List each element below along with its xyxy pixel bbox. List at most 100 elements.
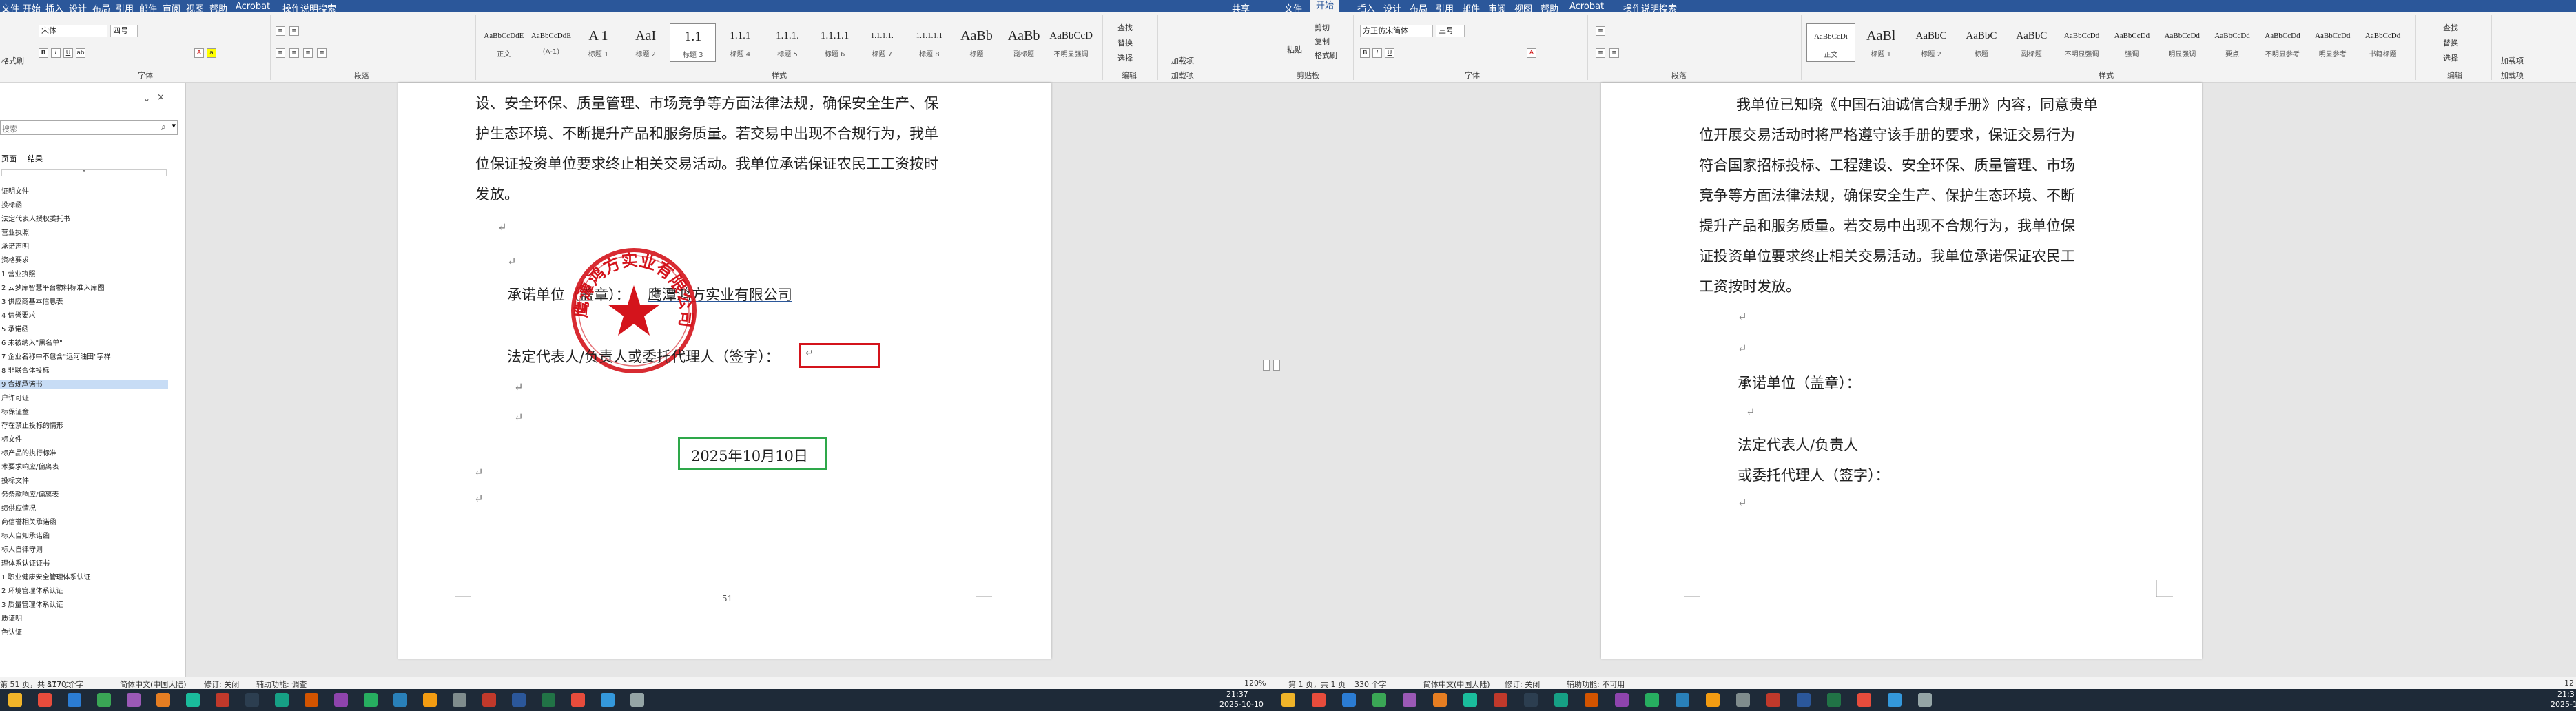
nav-heading-item[interactable]: 投标函 [0,201,168,210]
align-left-icon[interactable]: ≡ [1596,48,1605,58]
nav-heading-item[interactable]: 2 环境管理体系认证 [0,587,168,596]
style-gallery-item[interactable]: AaBbCcDd 要点 [2208,23,2257,62]
style-gallery-item[interactable]: A 1 标题 1 [575,23,621,62]
app-icon[interactable] [1706,693,1720,707]
nav-heading-item[interactable]: 9 合规承诺书 [0,380,168,389]
app-icon[interactable] [364,693,378,707]
style-gallery-item[interactable]: AaBl 标题 1 [1857,23,1906,62]
style-gallery-item[interactable]: AaBb 标题 [954,23,1000,62]
status-track-changes[interactable]: 修订: 关闭 [204,679,239,690]
italic-icon[interactable]: I [1372,48,1382,58]
tab-home[interactable]: 开始 [1310,0,1340,12]
style-gallery-item[interactable]: AaI 标题 2 [623,23,669,62]
nav-heading-item[interactable]: 投标文件 [0,477,168,486]
replace-button[interactable]: 替换 [1117,37,1133,48]
status-language[interactable]: 简体中文(中国大陆) [1423,679,1490,690]
status-accessibility[interactable]: 辅助功能: 调查 [256,679,307,690]
italic-icon[interactable]: I [51,48,61,58]
style-gallery-item[interactable]: AaBbCcDi 正文 [1806,23,1855,62]
align-center-icon[interactable]: ≡ [1609,48,1619,58]
search-icon[interactable] [38,693,52,707]
style-gallery-item[interactable]: 1.1 标题 3 [670,23,717,62]
select-button[interactable]: 选择 [1117,52,1133,63]
nav-heading-item[interactable]: 1 职业健康安全管理体系认证 [0,573,168,582]
nav-heading-item[interactable]: 标文件 [0,435,168,444]
app-icon[interactable] [1918,693,1932,707]
style-gallery-item[interactable]: 1.1.1.1.1 标题 8 [907,23,953,62]
nav-heading-item[interactable]: 标保证金 [0,408,168,417]
underline-icon[interactable]: U [63,48,73,58]
signature-box-red[interactable]: ↵ [799,343,880,368]
tab-pages[interactable]: 页面 [1,153,17,164]
format-painter-button[interactable]: 格式刷 [1315,50,1337,61]
tab-acrobat[interactable]: Acrobat [1569,1,1604,12]
nav-heading-item[interactable]: 6 未被纳入"黑名单" [0,339,168,348]
nav-heading-item[interactable]: 8 非联合体投标 [0,367,168,375]
font-size-combo[interactable]: 四号 [110,25,138,37]
app-icon[interactable] [245,693,259,707]
nav-heading-item[interactable]: 4 信誉要求 [0,311,168,320]
app-icon[interactable] [601,693,615,707]
app-icon[interactable] [1524,693,1538,707]
task-view-icon[interactable] [1342,693,1356,707]
style-gallery-item[interactable]: AaBbCcDd 不明显参考 [2258,23,2307,62]
clock-date[interactable]: 2025-10 [2551,700,2576,709]
chat-icon[interactable] [1433,693,1447,707]
bold-icon[interactable]: B [39,48,48,58]
nav-heading-item[interactable]: 标人自知承诺函 [0,532,168,541]
nav-heading-item[interactable]: 1 营业执照 [0,270,168,279]
justify-icon[interactable]: ≡ [317,48,327,58]
addin-button[interactable]: 加载项 [2501,55,2524,66]
app-icon[interactable] [1645,693,1659,707]
style-gallery-item[interactable]: AaBbCcDdE (A-1) [528,23,575,62]
align-left-icon[interactable]: ≡ [276,48,285,58]
chevron-down-icon[interactable]: ⌄ [143,94,150,103]
app-icon[interactable] [334,693,348,707]
app-icon[interactable] [1766,693,1780,707]
bullets-icon[interactable]: ≡ [276,26,285,36]
nav-heading-item[interactable]: 3 质量管理体系认证 [0,601,168,610]
align-right-icon[interactable]: ≡ [303,48,313,58]
status-pages[interactable]: 第 1 页，共 1 页 [1288,679,1346,690]
explorer-icon[interactable] [127,693,141,707]
find-button[interactable]: 查找 [2443,22,2458,33]
scroll-thumb[interactable] [1273,360,1280,371]
clock-time[interactable]: 21:3 [2557,690,2575,699]
strikethrough-icon[interactable]: ab [76,48,85,58]
nav-heading-item[interactable]: 质证明 [0,615,168,624]
format-painter-button[interactable]: 格式刷 [1,55,24,66]
clock-date[interactable]: 2025-10-10 [1219,700,1264,709]
highlight-icon[interactable]: a [207,48,216,58]
pdf-icon[interactable] [1857,693,1871,707]
nav-heading-item[interactable]: 承诺声明 [0,243,168,251]
font-name-combo[interactable]: 方正仿宋简体 [1360,25,1433,37]
style-gallery-item[interactable]: AaBbCcDd 明显参考 [2308,23,2357,62]
nav-heading-item[interactable]: 2 云梦库智慧平台物料标准入库图 [0,284,168,293]
app-icon[interactable] [630,693,644,707]
app-icon[interactable] [423,693,437,707]
style-gallery-item[interactable]: 1.1.1 标题 4 [717,23,763,62]
status-words[interactable]: 330 个字 [1354,679,1387,690]
align-center-icon[interactable]: ≡ [289,48,299,58]
nav-heading-item[interactable]: 法定代表人授权委托书 [0,215,168,224]
scroll-thumb[interactable] [1263,360,1270,371]
app-icon[interactable] [275,693,289,707]
wechat-icon[interactable] [305,693,318,707]
status-zoom[interactable]: 12 [2564,679,2574,688]
nav-heading-item[interactable]: 务条款响应/偏离表 [0,491,168,499]
excel-icon[interactable] [542,693,555,707]
app-icon[interactable] [1554,693,1568,707]
app-icon[interactable] [1736,693,1750,707]
start-icon[interactable] [1281,693,1295,707]
nav-heading-item[interactable]: 色认证 [0,628,168,637]
numbering-icon[interactable]: ≡ [289,26,299,36]
vertical-scrollbar[interactable] [1261,83,1270,677]
app-icon[interactable] [482,693,496,707]
style-gallery-item[interactable]: AaBbCcDd 强调 [2108,23,2156,62]
find-button[interactable]: 查找 [1117,22,1133,33]
cut-button[interactable]: 剪切 [1315,22,1330,33]
nav-heading-item[interactable]: 3 供应商基本信息表 [0,298,168,307]
status-zoom[interactable]: 120% [1244,679,1266,688]
nav-heading-item[interactable]: 户许可证 [0,394,168,403]
nav-heading-item[interactable]: 存在禁止投标的情形 [0,422,168,431]
